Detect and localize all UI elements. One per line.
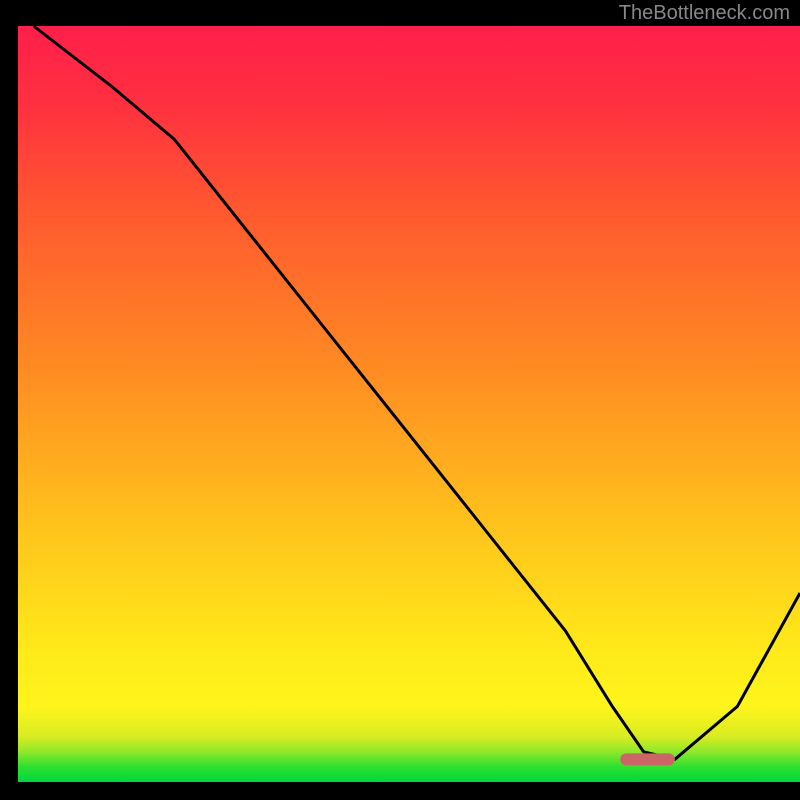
chart-container: TheBottleneck.com <box>0 0 800 800</box>
optimal-segment-marker <box>620 753 675 765</box>
bottleneck-chart <box>0 0 800 800</box>
gradient-background <box>18 26 800 782</box>
attribution-label: TheBottleneck.com <box>619 2 790 25</box>
plot-area <box>18 26 800 782</box>
